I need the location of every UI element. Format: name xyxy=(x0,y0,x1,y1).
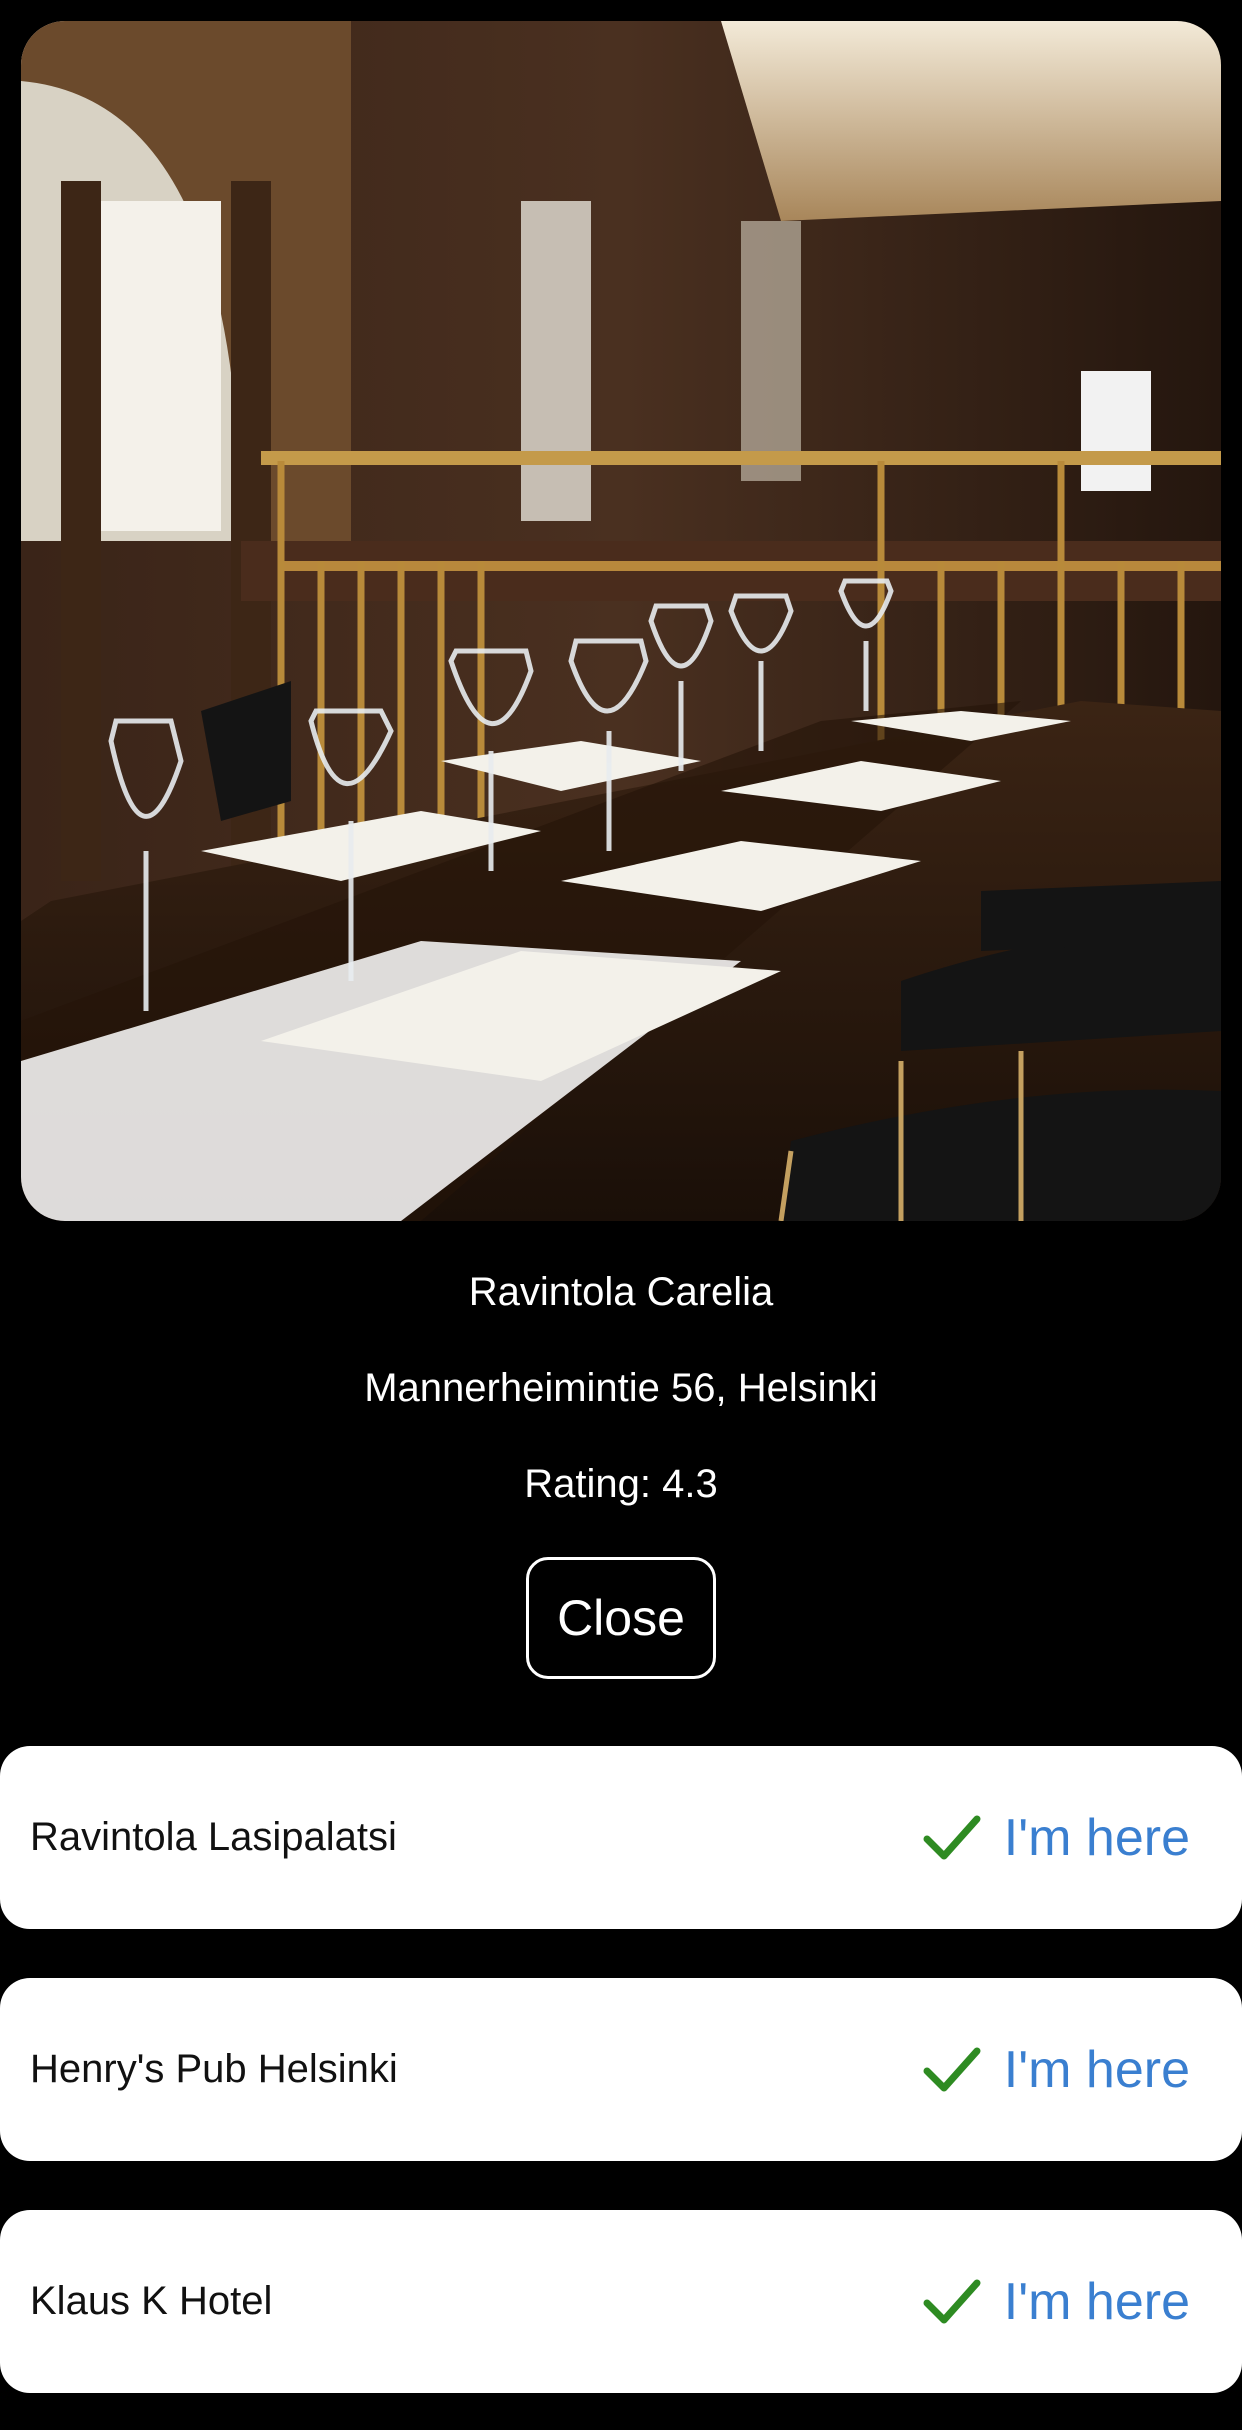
im-here-button[interactable]: I'm here xyxy=(922,1808,1190,1868)
place-list-name: Ravintola Lasipalatsi xyxy=(30,1815,397,1859)
place-list-name: Henry's Pub Helsinki xyxy=(30,2047,398,2091)
restaurant-photo xyxy=(21,21,1221,1221)
im-here-label: I'm here xyxy=(1003,2272,1190,2331)
restaurant-photo-illustration xyxy=(21,21,1221,1221)
checkmark-icon xyxy=(922,1813,982,1863)
place-list-name: Klaus K Hotel xyxy=(30,2279,273,2323)
im-here-button[interactable]: I'm here xyxy=(922,2040,1190,2100)
im-here-label: I'm here xyxy=(1003,1808,1190,1867)
im-here-label: I'm here xyxy=(1003,2040,1190,2099)
place-name: Ravintola Carelia xyxy=(468,1270,774,1314)
close-button[interactable]: Close xyxy=(526,1557,716,1679)
place-rating: Rating: 4.3 xyxy=(524,1462,718,1506)
list-item: Ravintola Lasipalatsi I'm here xyxy=(0,1746,1242,1929)
checkmark-icon xyxy=(922,2277,982,2327)
list-item: Klaus K Hotel I'm here xyxy=(0,2210,1242,2393)
im-here-button[interactable]: I'm here xyxy=(922,2272,1190,2332)
checkmark-icon xyxy=(922,2045,982,2095)
place-address: Mannerheimintie 56, Helsinki xyxy=(364,1366,878,1410)
list-item: Henry's Pub Helsinki I'm here xyxy=(0,1978,1242,2161)
